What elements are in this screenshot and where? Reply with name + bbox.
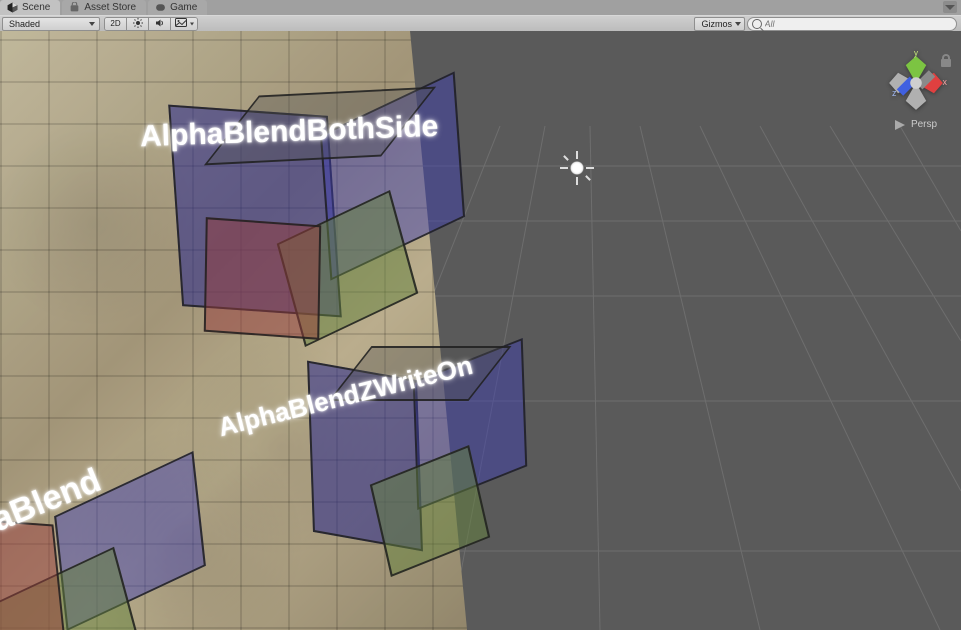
shading-mode-dropdown[interactable]: Shaded [2, 17, 100, 31]
scene-viewport[interactable]: y x z Persp AlphaBlendBothSide AlphaBlen… [0, 31, 961, 630]
scene-toolbar: Shaded 2D Gizmos [0, 15, 961, 31]
cube-alphablendbothside[interactable] [175, 91, 465, 361]
projection-mode-label: Persp [911, 119, 937, 130]
search-input[interactable] [765, 19, 951, 29]
fx-icon [175, 18, 187, 29]
sound-icon [155, 18, 165, 30]
search-icon [752, 19, 762, 29]
tab-scene[interactable]: Scene [0, 0, 60, 15]
axis-y-label: y [914, 51, 919, 57]
toggle-2d[interactable]: 2D [105, 18, 127, 30]
shading-mode-value: Shaded [9, 19, 40, 29]
toggle-fx[interactable] [171, 18, 197, 30]
gizmos-dropdown[interactable]: Gizmos [694, 17, 745, 31]
axis-x-label: x [943, 77, 948, 87]
cube-alphablendzwriteon[interactable] [310, 341, 540, 591]
game-icon [154, 2, 166, 14]
view-orientation-gizmo[interactable]: y x z Persp [881, 51, 951, 141]
panel-options-button[interactable] [943, 1, 957, 13]
assetstore-icon [68, 2, 80, 14]
editor-tab-bar: Scene Asset Store Game [0, 0, 961, 15]
tab-game[interactable]: Game [148, 0, 207, 15]
hierarchy-search[interactable] [747, 17, 957, 31]
directional-light-gizmo[interactable] [560, 151, 594, 185]
tab-asset-store[interactable]: Asset Store [62, 0, 146, 15]
toggle-audio[interactable] [149, 18, 171, 30]
sun-icon [133, 18, 143, 30]
tab-strip-background [209, 0, 961, 15]
gizmos-label: Gizmos [701, 19, 732, 29]
toggle-lighting[interactable] [127, 18, 149, 30]
axis-z-label: z [892, 88, 897, 98]
tab-label: Game [170, 0, 197, 15]
tab-label: Asset Store [84, 0, 136, 15]
unity-logo-icon [6, 2, 18, 14]
persp-icon [895, 120, 907, 130]
cube-alphablend[interactable] [0, 461, 240, 630]
view-toggles: 2D [104, 17, 198, 31]
tab-label: Scene [22, 0, 50, 15]
